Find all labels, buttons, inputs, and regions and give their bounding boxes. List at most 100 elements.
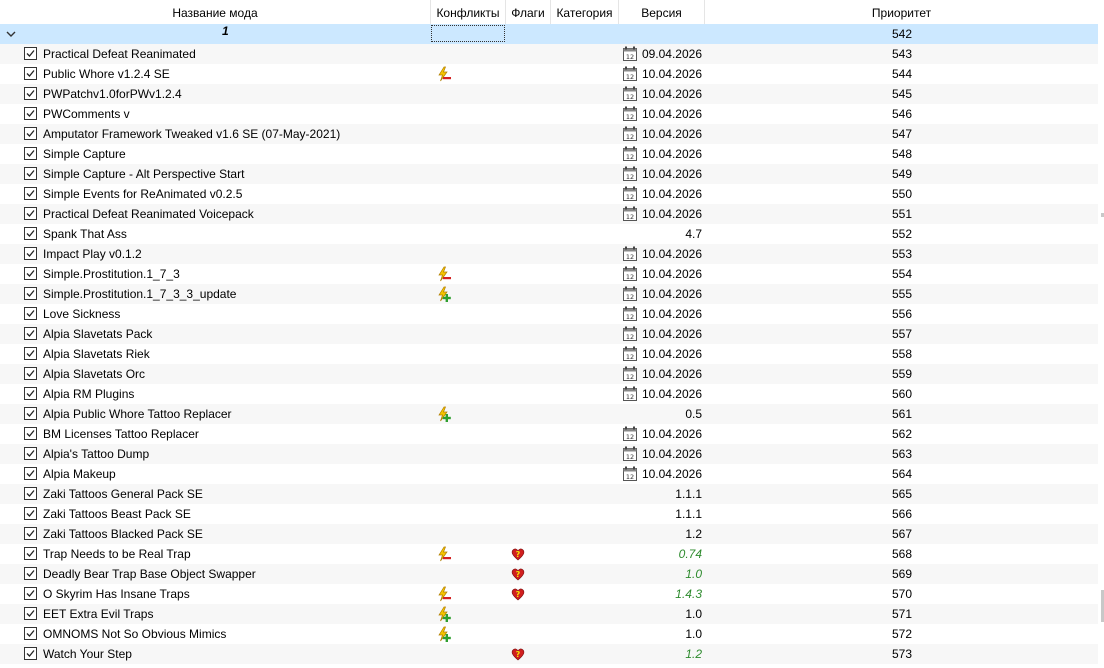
table-row[interactable]: Alpia's Tattoo Dump 12 10.04.2026 563 xyxy=(0,444,1098,464)
checkmark-icon xyxy=(26,530,35,537)
table-row[interactable]: O Skyrim Has Insane Traps? 1.4.3 570 xyxy=(0,584,1098,604)
table-row[interactable]: Practical Defeat Reanimated 12 09.04.2026 5… xyxy=(0,44,1098,64)
mod-name: Trap Needs to be Real Trap xyxy=(43,547,191,561)
table-row[interactable]: Alpia Slavetats Riek 12 10.04.2026 558 xyxy=(0,344,1098,364)
conflict-indicator[interactable] xyxy=(436,546,458,562)
enabled-checkbox[interactable] xyxy=(24,347,37,360)
table-row[interactable]: Simple Capture 12 10.04.2026 548 xyxy=(0,144,1098,164)
flag-indicator[interactable]: ? xyxy=(510,646,532,662)
enabled-checkbox[interactable] xyxy=(24,107,37,120)
enabled-checkbox[interactable] xyxy=(24,627,37,640)
table-row[interactable]: Simple Capture - Alt Perspective Start 12… xyxy=(0,164,1098,184)
flag-indicator[interactable]: ? xyxy=(510,546,532,562)
conflict-indicator[interactable] xyxy=(436,66,458,82)
conflict-indicator[interactable] xyxy=(436,406,458,422)
conflict-indicator[interactable] xyxy=(436,286,458,302)
column-header-priority[interactable]: ^ Приоритет xyxy=(705,0,1098,24)
table-row[interactable]: Zaki Tattoos Blacked Pack SE 1.2 567 xyxy=(0,524,1098,544)
enabled-checkbox[interactable] xyxy=(24,587,37,600)
calendar-icon: 12 xyxy=(623,306,637,321)
enabled-checkbox[interactable] xyxy=(24,567,37,580)
table-row[interactable]: Public Whore v1.2.4 SE 12 10.04.2026 544 xyxy=(0,64,1098,84)
enabled-checkbox[interactable] xyxy=(24,387,37,400)
column-header-conflicts[interactable]: Конфликты xyxy=(431,0,506,24)
table-row[interactable]: Practical Defeat Reanimated Voicepack 12 1… xyxy=(0,204,1098,224)
enabled-checkbox[interactable] xyxy=(24,647,37,660)
conflict-indicator[interactable] xyxy=(436,606,458,622)
table-row[interactable]: Alpia Public Whore Tattoo Replacer 0.5 561 xyxy=(0,404,1098,424)
enabled-checkbox[interactable] xyxy=(24,467,37,480)
table-row[interactable]: PWPatchv1.0forPWv1.2.4 12 10.04.2026 545 xyxy=(0,84,1098,104)
enabled-checkbox[interactable] xyxy=(24,167,37,180)
priority-cell: 558 xyxy=(891,347,913,361)
enabled-checkbox[interactable] xyxy=(24,47,37,60)
enabled-checkbox[interactable] xyxy=(24,127,37,140)
enabled-checkbox[interactable] xyxy=(24,207,37,220)
table-row[interactable]: EET Extra Evil Traps 1.0 571 xyxy=(0,604,1098,624)
svg-text:12: 12 xyxy=(626,453,634,461)
svg-text:12: 12 xyxy=(626,473,634,481)
enabled-checkbox[interactable] xyxy=(24,607,37,620)
enabled-checkbox[interactable] xyxy=(24,407,37,420)
flag-indicator[interactable]: ? xyxy=(510,586,532,602)
priority-cell: 570 xyxy=(891,587,913,601)
enabled-checkbox[interactable] xyxy=(24,527,37,540)
mod-name: OMNOMS Not So Obvious Mimics xyxy=(43,627,227,641)
version-cell: 12 10.04.2026 xyxy=(620,344,704,364)
table-row[interactable]: PWComments v 12 10.04.2026 546 xyxy=(0,104,1098,124)
mod-name: Simple Capture xyxy=(43,147,126,161)
enabled-checkbox[interactable] xyxy=(24,147,37,160)
enabled-checkbox[interactable] xyxy=(24,427,37,440)
column-header-category[interactable]: Категория xyxy=(551,0,619,24)
table-row[interactable]: Trap Needs to be Real Trap? 0.74 568 xyxy=(0,544,1098,564)
checkmark-icon xyxy=(26,490,35,497)
svg-text:12: 12 xyxy=(626,313,634,321)
enabled-checkbox[interactable] xyxy=(24,547,37,560)
enabled-checkbox[interactable] xyxy=(24,487,37,500)
version-cell: 12 10.04.2026 xyxy=(620,424,704,444)
svg-text:12: 12 xyxy=(626,133,634,141)
table-row[interactable]: Impact Play v0.1.2 12 10.04.2026 553 xyxy=(0,244,1098,264)
table-row[interactable]: Simple.Prostitution.1_7_3 12 10.04.2026 554 xyxy=(0,264,1098,284)
column-header-name[interactable]: Название мода xyxy=(0,0,431,24)
table-row[interactable]: Spank That Ass 4.7 552 xyxy=(0,224,1098,244)
enabled-checkbox[interactable] xyxy=(24,247,37,260)
table-row[interactable]: Alpia Slavetats Pack 12 10.04.2026 557 xyxy=(0,324,1098,344)
table-row[interactable]: Zaki Tattoos General Pack SE 1.1.1 565 xyxy=(0,484,1098,504)
table-row[interactable]: Amputator Framework Tweaked v1.6 SE (07-… xyxy=(0,124,1098,144)
table-row[interactable]: Zaki Tattoos Beast Pack SE 1.1.1 566 xyxy=(0,504,1098,524)
enabled-checkbox[interactable] xyxy=(24,307,37,320)
conflict-indicator[interactable] xyxy=(436,266,458,282)
conflict-indicator[interactable] xyxy=(436,586,458,602)
chevron-down-icon[interactable] xyxy=(5,28,17,40)
enabled-checkbox[interactable] xyxy=(24,327,37,340)
table-row[interactable]: Simple.Prostitution.1_7_3_3_update 12 10.0… xyxy=(0,284,1098,304)
enabled-checkbox[interactable] xyxy=(24,227,37,240)
calendar-icon: 12 xyxy=(623,46,637,61)
table-row[interactable]: Simple Events for ReAnimated v0.2.5 12 10.… xyxy=(0,184,1098,204)
table-row[interactable]: Alpia Makeup 12 10.04.2026 564 xyxy=(0,464,1098,484)
table-row[interactable]: Alpia RM Plugins 12 10.04.2026 560 xyxy=(0,384,1098,404)
calendar-icon: 12 xyxy=(623,126,637,141)
enabled-checkbox[interactable] xyxy=(24,507,37,520)
version-cell: 12 10.04.2026 xyxy=(620,264,704,284)
enabled-checkbox[interactable] xyxy=(24,187,37,200)
column-header-flags[interactable]: Флаги xyxy=(506,0,551,24)
table-row[interactable]: Deadly Bear Trap Base Object Swapper? 1.0… xyxy=(0,564,1098,584)
enabled-checkbox[interactable] xyxy=(24,367,37,380)
group-row[interactable]: 1 542 xyxy=(0,24,1098,44)
enabled-checkbox[interactable] xyxy=(24,447,37,460)
table-row[interactable]: Love Sickness 12 10.04.2026 556 xyxy=(0,304,1098,324)
enabled-checkbox[interactable] xyxy=(24,267,37,280)
flag-indicator[interactable]: ? xyxy=(510,566,532,582)
enabled-checkbox[interactable] xyxy=(24,67,37,80)
table-row[interactable]: Alpia Slavetats Orc 12 10.04.2026 559 xyxy=(0,364,1098,384)
version-text: 10.04.2026 xyxy=(641,187,702,201)
table-row[interactable]: BM Licenses Tattoo Replacer 12 10.04.2026 5… xyxy=(0,424,1098,444)
table-row[interactable]: OMNOMS Not So Obvious Mimics 1.0 572 xyxy=(0,624,1098,644)
conflict-indicator[interactable] xyxy=(436,626,458,642)
enabled-checkbox[interactable] xyxy=(24,287,37,300)
table-row[interactable]: Watch Your Step? 1.2 573 xyxy=(0,644,1098,664)
column-header-version[interactable]: Версия xyxy=(619,0,705,24)
enabled-checkbox[interactable] xyxy=(24,87,37,100)
